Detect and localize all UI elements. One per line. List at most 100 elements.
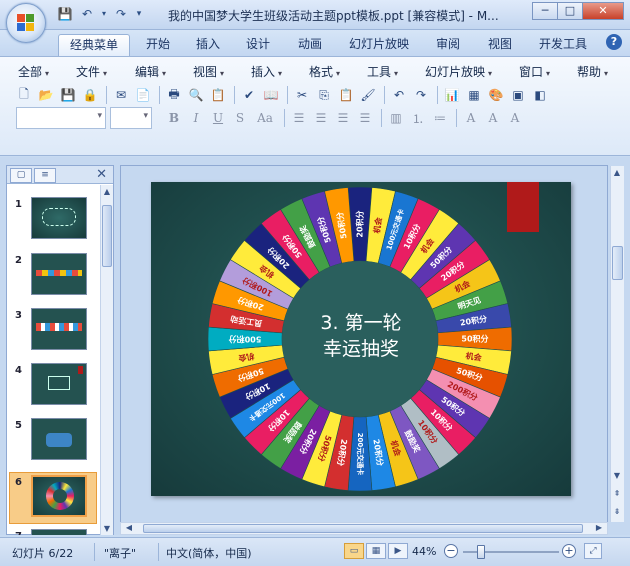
menu-insert[interactable]: 插入 xyxy=(251,63,282,80)
cut-icon[interactable]: ✂ xyxy=(292,85,312,105)
thumbnail-scrollbar[interactable]: ▲ ▼ xyxy=(100,185,113,535)
outline-tab-icon[interactable]: ≡ xyxy=(34,168,56,183)
slide-thumbnail-4[interactable] xyxy=(31,363,87,405)
fit-to-window-icon[interactable]: ⤢ xyxy=(584,543,602,559)
next-slide-icon[interactable]: ⇟ xyxy=(612,507,622,516)
scroll-up-icon[interactable]: ▲ xyxy=(612,168,622,177)
scroll-thumb[interactable] xyxy=(102,205,112,267)
increase-font-icon[interactable]: A xyxy=(461,108,481,128)
font-size-combo[interactable] xyxy=(110,107,152,129)
research-icon[interactable]: 📋 xyxy=(208,85,228,105)
slide-canvas[interactable]: 20积分 机会 100元交通卡 10积分 机会 50积分 20积分 机会 明天见 20积分 50积分… xyxy=(151,182,571,496)
redo-icon[interactable]: ↷ xyxy=(411,85,431,105)
slide-thumbnail-3[interactable] xyxy=(31,308,87,350)
tab-animation[interactable]: 动画 xyxy=(290,34,330,56)
slide-thumbnail-6[interactable] xyxy=(31,475,87,517)
spelling-icon[interactable]: ✔ xyxy=(239,85,259,105)
permission-icon[interactable]: 🔒 xyxy=(80,85,100,105)
zoom-out-icon[interactable]: − xyxy=(444,544,458,558)
bold-button[interactable]: B xyxy=(164,108,184,128)
normal-view-icon[interactable]: ▭ xyxy=(344,543,364,559)
scroll-up-icon[interactable]: ▲ xyxy=(102,187,112,196)
background-icon[interactable]: ▣ xyxy=(508,85,528,105)
chart-icon[interactable]: 📊 xyxy=(442,85,462,105)
paste-icon[interactable]: 📋 xyxy=(336,85,356,105)
scroll-thumb[interactable] xyxy=(612,246,623,280)
slideshow-view-icon[interactable]: ▶ xyxy=(388,543,408,559)
slide-scrollbar[interactable]: ▲ ▼ ⇞ ⇟ xyxy=(610,166,624,522)
align-center-icon[interactable]: ☰ xyxy=(311,108,331,128)
menu-file[interactable]: 文件 xyxy=(76,63,107,80)
minimize-button[interactable]: ─ xyxy=(532,2,558,20)
tab-insert[interactable]: 插入 xyxy=(188,34,228,56)
grayscale-icon[interactable]: ◧ xyxy=(530,85,550,105)
menu-view[interactable]: 视图 xyxy=(193,63,224,80)
align-right-icon[interactable]: ☰ xyxy=(333,108,353,128)
office-button[interactable] xyxy=(6,3,46,43)
save-icon[interactable]: 💾 xyxy=(56,6,74,22)
clipart-icon[interactable]: 🎨 xyxy=(486,85,506,105)
scroll-thumb[interactable] xyxy=(143,524,583,533)
undo-icon[interactable]: ↶ xyxy=(78,6,96,22)
horizontal-scrollbar[interactable]: ◀ ▶ xyxy=(120,522,608,535)
tab-slideshow[interactable]: 幻灯片放映 xyxy=(344,34,414,56)
scroll-left-icon[interactable]: ◀ xyxy=(124,523,134,532)
scroll-down-icon[interactable]: ▼ xyxy=(612,471,622,480)
menu-edit[interactable]: 编辑 xyxy=(135,63,166,80)
previous-slide-icon[interactable]: ⇞ xyxy=(612,489,622,498)
undo-icon[interactable]: ↶ xyxy=(389,85,409,105)
language-indicator[interactable]: 中文(简体，中国) xyxy=(166,545,252,561)
menu-format[interactable]: 格式 xyxy=(309,63,340,80)
menu-help[interactable]: 帮助 xyxy=(577,63,608,80)
slide-sorter-icon[interactable]: ▦ xyxy=(366,543,386,559)
format-painter-icon[interactable]: 🖌 xyxy=(358,85,378,105)
italic-button[interactable]: I xyxy=(186,108,206,128)
decrease-font-icon[interactable]: A xyxy=(483,108,503,128)
email-icon[interactable]: ✉ xyxy=(111,85,131,105)
scroll-down-icon[interactable]: ▼ xyxy=(102,524,112,533)
print-preview-icon[interactable]: 🔍 xyxy=(186,85,206,105)
tab-classic-menu[interactable]: 经典菜单 xyxy=(58,34,130,56)
align-left-icon[interactable]: ☰ xyxy=(289,108,309,128)
tab-home[interactable]: 开始 xyxy=(138,34,178,56)
tab-view[interactable]: 视图 xyxy=(480,34,520,56)
customize-qat-icon[interactable]: ▾ xyxy=(134,6,144,22)
slide-thumbnail-2[interactable] xyxy=(31,253,87,295)
justify-icon[interactable]: ☰ xyxy=(355,108,375,128)
change-case-button[interactable]: Aa xyxy=(252,108,278,128)
zoom-level[interactable]: 44% xyxy=(412,545,436,558)
slide-thumbnail-7[interactable] xyxy=(31,529,87,535)
print-icon[interactable]: 🖶 xyxy=(164,85,184,105)
scroll-right-icon[interactable]: ▶ xyxy=(594,523,604,532)
tab-developer[interactable]: 开发工具 xyxy=(532,34,594,56)
zoom-slider-knob[interactable] xyxy=(477,545,486,559)
font-color-icon[interactable]: A xyxy=(505,108,525,128)
font-name-combo[interactable] xyxy=(16,107,106,129)
menu-tools[interactable]: 工具 xyxy=(367,63,398,80)
table-icon[interactable]: ▦ xyxy=(464,85,484,105)
open-icon[interactable]: 📂 xyxy=(36,85,56,105)
shadow-button[interactable]: S xyxy=(230,108,250,128)
slides-tab-icon[interactable]: ▢ xyxy=(10,168,32,183)
zoom-in-icon[interactable]: + xyxy=(562,544,576,558)
redo-icon[interactable]: ↷ xyxy=(112,6,130,22)
publish-icon[interactable]: 📄 xyxy=(133,85,153,105)
tab-design[interactable]: 设计 xyxy=(238,34,278,56)
undo-dropdown-icon[interactable]: ▾ xyxy=(100,6,108,22)
numbering-icon[interactable]: ⒈ xyxy=(408,108,428,128)
new-icon[interactable]: 🗋 xyxy=(14,85,34,105)
columns-icon[interactable]: ▥ xyxy=(386,108,406,128)
bullets-icon[interactable]: ≔ xyxy=(430,108,450,128)
copy-icon[interactable]: ⎘ xyxy=(314,85,334,105)
slide-thumbnail-1[interactable] xyxy=(31,197,87,239)
help-icon[interactable]: ? xyxy=(606,34,622,50)
close-button[interactable]: ✕ xyxy=(582,2,624,20)
close-pane-icon[interactable]: ✕ xyxy=(96,167,107,182)
menu-window[interactable]: 窗口 xyxy=(519,63,550,80)
menu-slideshow[interactable]: 幻灯片放映 xyxy=(425,63,492,80)
menu-all[interactable]: 全部 xyxy=(18,63,49,80)
slide-thumbnail-5[interactable] xyxy=(31,418,87,460)
maximize-button[interactable]: □ xyxy=(557,2,583,20)
tab-review[interactable]: 审阅 xyxy=(428,34,468,56)
save-icon[interactable]: 💾 xyxy=(58,85,78,105)
